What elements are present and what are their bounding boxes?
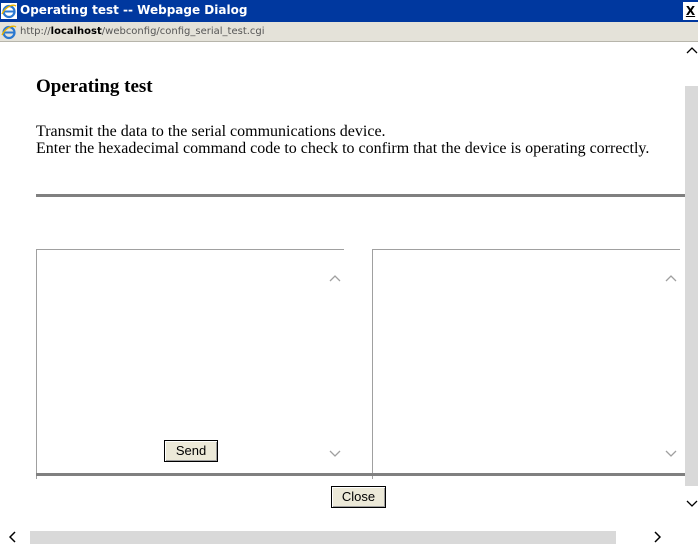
close-button[interactable]: Close [331,486,386,508]
chevron-down-icon[interactable] [665,450,677,458]
page-vertical-scrollbar[interactable] [685,42,698,528]
horizontal-scroll-thumb[interactable] [30,531,616,544]
vertical-scroll-thumb[interactable] [685,86,698,486]
ie-icon [1,3,17,19]
send-textarea-scrollbar[interactable] [326,250,344,479]
url-path: /webconfig/config_serial_test.cgi [101,26,265,37]
chevron-left-icon[interactable] [9,531,17,543]
address-bar: http://localhost/webconfig/config_serial… [0,22,698,42]
chevron-up-icon[interactable] [665,274,677,282]
chevron-right-icon[interactable] [653,531,661,543]
dialog-titlebar: Operating test -- Webpage Dialog X [0,0,698,22]
dialog-content: Operating test Transmit the data to the … [0,42,685,528]
receive-data-textarea[interactable] [372,249,680,479]
description-line-1: Transmit the data to the serial communic… [36,123,386,140]
dialog-title: Operating test -- Webpage Dialog [20,3,248,17]
chevron-down-icon[interactable] [686,500,698,508]
receive-textarea-scrollbar[interactable] [662,250,680,479]
divider-bottom [36,473,685,476]
divider-top [36,194,685,197]
chevron-down-icon[interactable] [329,450,341,458]
page-title: Operating test [36,76,153,97]
close-window-button[interactable]: X [683,2,698,20]
description-line-2: Enter the hexadecimal command code to ch… [36,140,650,157]
url-prefix: http:// [20,26,51,37]
page-horizontal-scrollbar[interactable] [0,528,698,547]
address-url: http://localhost/webconfig/config_serial… [20,26,265,37]
url-host: localhost [50,26,102,37]
send-button[interactable]: Send [164,440,218,462]
page-description: Transmit the data to the serial communic… [36,123,681,157]
chevron-up-icon[interactable] [329,274,341,282]
ie-icon [1,25,17,40]
chevron-up-icon[interactable] [686,46,698,54]
